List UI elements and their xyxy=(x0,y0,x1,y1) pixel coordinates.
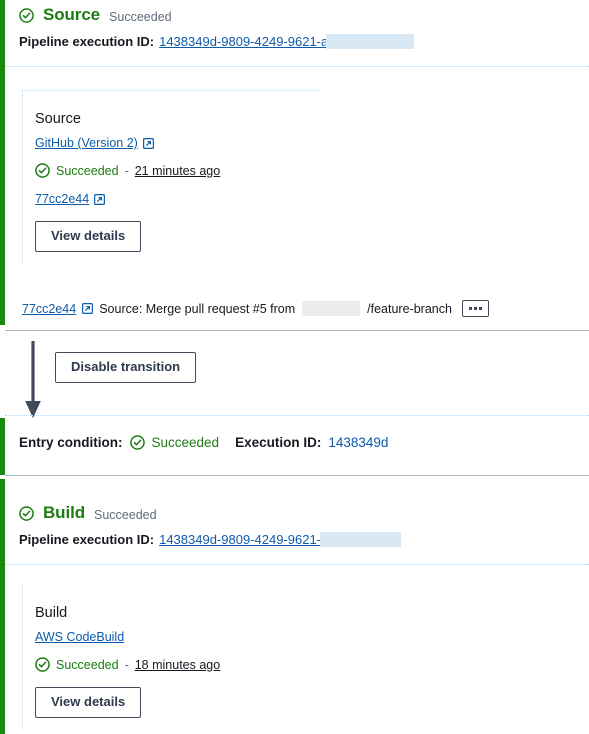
transition-divider xyxy=(5,415,589,416)
section-divider xyxy=(5,564,589,565)
commit-message-prefix: Source: Merge pull request #5 from xyxy=(99,301,296,316)
redacted-block xyxy=(320,532,402,547)
entry-condition-label: Entry condition: xyxy=(19,435,123,450)
view-details-button[interactable]: View details xyxy=(35,687,142,719)
commit-message-suffix: /feature-branch xyxy=(367,301,452,316)
pipeline-execution-id-label: Pipeline execution ID: xyxy=(19,34,155,49)
stage-status-bar-source xyxy=(0,0,5,325)
stage-title: Source xyxy=(43,5,101,24)
action-timestamp-link[interactable]: 21 minutes ago xyxy=(135,164,220,178)
kebab-menu-icon[interactable] xyxy=(461,300,489,317)
entry-condition-execution-label: Execution ID: xyxy=(235,435,322,450)
external-link-icon[interactable] xyxy=(82,303,94,314)
stage-title: Build xyxy=(43,503,85,522)
stage-status-bar-build xyxy=(0,479,5,734)
action-provider-row: GitHub (Version 2) xyxy=(35,136,319,150)
stage-build: Build Succeeded Pipeline execution ID: 1… xyxy=(0,479,589,734)
section-divider xyxy=(5,66,589,67)
disable-transition-button[interactable]: Disable transition xyxy=(55,352,197,384)
action-provider-row: AWS CodeBuild xyxy=(35,630,319,644)
action-provider-link[interactable]: AWS CodeBuild xyxy=(35,630,124,644)
action-card-source: Source GitHub (Version 2) Succeeded - 21… xyxy=(22,90,319,265)
stage-transition-source-to-build: Disable transition xyxy=(0,331,589,418)
action-name: Build xyxy=(35,605,68,621)
action-commit-link[interactable]: 77cc2e44 xyxy=(35,192,89,206)
action-commit-row: 77cc2e44 xyxy=(35,192,319,206)
action-name: Source xyxy=(35,111,81,127)
action-timestamp-link[interactable]: 18 minutes ago xyxy=(135,658,220,672)
down-arrow-icon xyxy=(22,341,44,424)
action-status-row: Succeeded - 21 minutes ago xyxy=(35,163,319,178)
redacted-username xyxy=(302,301,361,316)
pipeline-execution-view: Source Succeeded Pipeline execution ID: … xyxy=(0,0,589,734)
redacted-block xyxy=(326,34,415,49)
pipeline-execution-id-label: Pipeline execution ID: xyxy=(19,532,155,547)
pipeline-execution-id-link[interactable]: 1438349d-9809-4249-9621-a xyxy=(159,34,328,49)
commit-id-link[interactable]: 77cc2e44 xyxy=(22,302,76,316)
external-link-icon[interactable] xyxy=(94,193,106,205)
stage-header-build: Build Succeeded xyxy=(19,503,589,523)
entry-condition-row: Entry condition: Succeeded Execution ID:… xyxy=(0,418,589,467)
check-circle-icon xyxy=(19,505,34,521)
stage-status-text: Succeeded xyxy=(94,507,157,522)
pipeline-execution-id-value-wrap: 1438349d-9809-4249-9621-a xyxy=(159,34,415,49)
check-circle-icon xyxy=(129,435,145,450)
entry-condition-status: Succeeded xyxy=(151,435,220,450)
entry-condition-block: Entry condition: Succeeded Execution ID:… xyxy=(0,418,589,475)
action-provider-link[interactable]: GitHub (Version 2) xyxy=(35,136,138,150)
stage-divider-bottom xyxy=(5,475,589,476)
check-circle-icon xyxy=(35,163,50,178)
view-details-button[interactable]: View details xyxy=(35,221,142,253)
pipeline-execution-id-row: Pipeline execution ID: 1438349d-9809-424… xyxy=(19,532,589,547)
pipeline-execution-id-link[interactable]: 1438349d-9809-4249-9621- xyxy=(159,532,321,547)
action-status-row: Succeeded - 18 minutes ago xyxy=(35,657,319,672)
external-link-icon[interactable] xyxy=(142,137,154,149)
action-status-text: Succeeded xyxy=(56,163,119,178)
action-card-build: Build AWS CodeBuild Succeeded - 18 minut… xyxy=(22,585,319,731)
pipeline-execution-id-row: Pipeline execution ID: 1438349d-9809-424… xyxy=(19,34,589,49)
stage-source: Source Succeeded Pipeline execution ID: … xyxy=(0,0,589,325)
commit-summary-row: 77cc2e44 Source: Merge pull request #5 f… xyxy=(0,288,489,328)
stage-header-source: Source Succeeded xyxy=(19,0,589,25)
stage-status-text: Succeeded xyxy=(109,9,172,24)
check-circle-icon xyxy=(19,7,34,23)
entry-condition-execution-link[interactable]: 1438349d xyxy=(328,435,388,450)
status-separator: - xyxy=(124,657,129,672)
action-status-text: Succeeded xyxy=(56,657,119,672)
entry-condition-status-bar xyxy=(0,418,5,475)
status-separator: - xyxy=(124,163,129,178)
pipeline-execution-id-value-wrap: 1438349d-9809-4249-9621- xyxy=(159,532,402,547)
check-circle-icon xyxy=(35,657,50,672)
